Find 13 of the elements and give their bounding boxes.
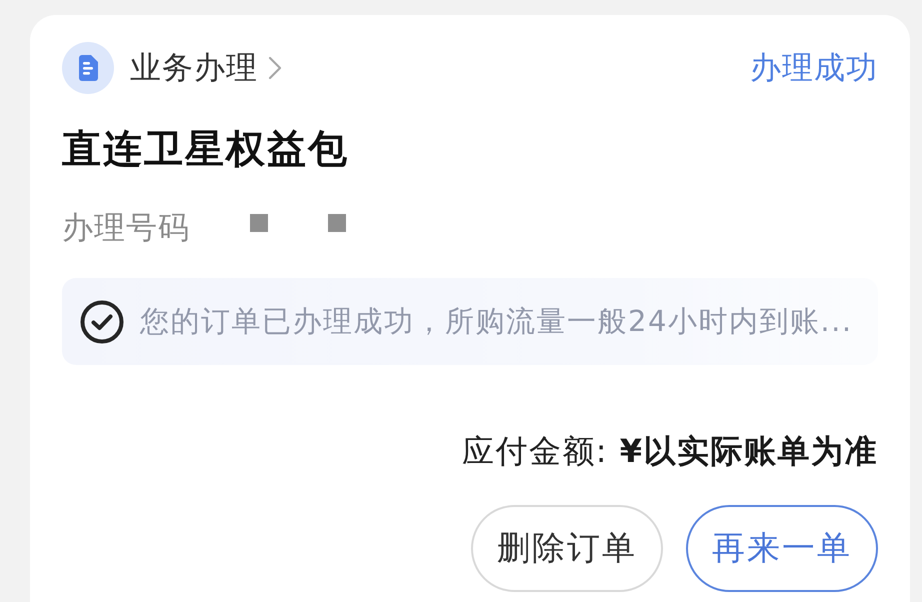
delete-order-button[interactable]: 删除订单: [471, 505, 663, 592]
product-title: 直连卫星权益包: [62, 128, 350, 172]
redaction-block: [250, 214, 268, 232]
check-circle-icon: [80, 300, 124, 344]
amount-text: 应付金额: ¥以实际账单为准: [462, 431, 878, 471]
order-status: 办理成功: [750, 49, 878, 88]
notice-text: 您的订单已办理成功，所购流量一般24小时内到账...: [140, 302, 853, 340]
document-icon: [62, 42, 114, 94]
redaction-block: [328, 214, 346, 232]
category-link[interactable]: 业务办理: [130, 47, 258, 89]
reorder-button[interactable]: 再来一单: [686, 505, 878, 592]
number-label: 办理号码: [62, 209, 190, 248]
chevron-right-icon: [268, 56, 282, 80]
